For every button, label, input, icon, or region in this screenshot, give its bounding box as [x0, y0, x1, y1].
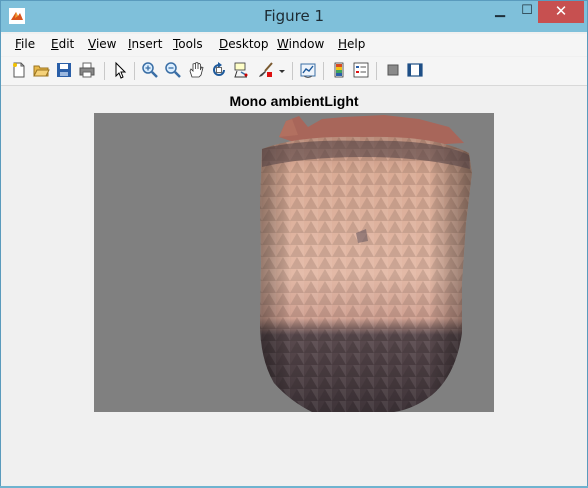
brush-icon[interactable] — [256, 61, 276, 81]
link-plot-icon[interactable] — [299, 61, 319, 81]
menu-help[interactable]: Help — [338, 37, 365, 51]
pan-hand-icon[interactable] — [187, 61, 207, 81]
edit-plot-arrow-icon[interactable] — [111, 61, 131, 81]
show-plot-tools-icon[interactable] — [406, 61, 426, 81]
menu-edit[interactable]: Edit — [51, 37, 74, 51]
vase-render — [260, 115, 472, 412]
figure-toolbar — [1, 57, 587, 86]
print-icon[interactable] — [78, 61, 98, 81]
axes-title: Mono ambientLight — [229, 93, 359, 109]
plot-axes[interactable] — [94, 113, 494, 412]
toolbar-separator — [376, 62, 377, 80]
maximize-button[interactable]: ☐ — [513, 1, 541, 23]
menu-file[interactable]: File — [15, 37, 35, 51]
insert-legend-icon[interactable] — [352, 61, 372, 81]
minimize-icon: ▁ — [495, 3, 505, 18]
menu-tools[interactable]: Tools — [173, 37, 203, 51]
new-figure-icon[interactable] — [10, 61, 30, 81]
insert-colorbar-icon[interactable] — [330, 61, 350, 81]
toolbar-separator — [134, 62, 135, 80]
menu-bar: File Edit View Insert Tools Desktop Wind… — [1, 34, 587, 82]
maximize-icon: ☐ — [521, 3, 533, 18]
title-bar[interactable]: Figure 1 ▁ ☐ ✕ — [1, 1, 587, 32]
menu-insert[interactable]: Insert — [128, 37, 162, 51]
minimize-button[interactable]: ▁ — [486, 1, 514, 23]
close-button[interactable]: ✕ — [538, 1, 584, 23]
save-icon[interactable] — [55, 61, 75, 81]
zoom-in-icon[interactable] — [141, 61, 161, 81]
menu-desktop[interactable]: Desktop — [219, 37, 269, 51]
toolbar-separator — [292, 62, 293, 80]
open-file-icon[interactable] — [32, 61, 52, 81]
brush-dropdown-icon[interactable] — [277, 61, 287, 81]
hide-plot-tools-icon[interactable] — [384, 61, 404, 81]
toolbar-separator — [323, 62, 324, 80]
close-icon: ✕ — [554, 2, 568, 20]
zoom-out-icon[interactable] — [164, 61, 184, 81]
rotate-3d-icon[interactable] — [210, 61, 230, 81]
menu-window[interactable]: Window — [277, 37, 324, 51]
toolbar-separator — [104, 62, 105, 80]
data-cursor-icon[interactable] — [233, 61, 253, 81]
menu-view[interactable]: View — [88, 37, 116, 51]
